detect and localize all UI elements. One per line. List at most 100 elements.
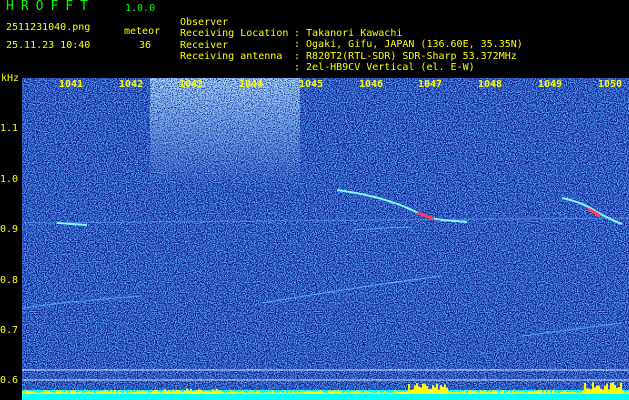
activity-bar bbox=[88, 390, 90, 394]
activity-bar bbox=[370, 392, 372, 394]
activity-bar bbox=[536, 390, 538, 394]
activity-bar bbox=[98, 391, 100, 394]
activity-bar bbox=[250, 390, 252, 394]
info-value: : Takanori Kawachi bbox=[294, 28, 403, 39]
activity-bar bbox=[430, 389, 432, 394]
activity-bar bbox=[162, 390, 164, 394]
activity-bar bbox=[590, 389, 592, 394]
y-tick-1.1: 1.1 bbox=[0, 123, 19, 134]
activity-bar bbox=[44, 390, 46, 394]
activity-bar bbox=[416, 383, 418, 394]
activity-bar bbox=[390, 392, 392, 394]
activity-bar bbox=[140, 391, 142, 394]
activity-bar bbox=[520, 390, 522, 394]
activity-bar bbox=[486, 392, 488, 394]
activity-bar bbox=[306, 390, 308, 394]
activity-bar bbox=[516, 391, 518, 394]
activity-bar bbox=[432, 385, 434, 394]
activity-bar bbox=[236, 390, 238, 394]
activity-bar bbox=[496, 391, 498, 394]
activity-bar bbox=[244, 392, 246, 394]
activity-bar bbox=[346, 391, 348, 394]
activity-bar bbox=[158, 391, 160, 394]
activity-bar bbox=[472, 390, 474, 394]
activity-bar bbox=[360, 391, 362, 394]
activity-bar bbox=[196, 390, 198, 394]
activity-bar bbox=[440, 385, 442, 394]
activity-bar bbox=[210, 391, 212, 394]
x-tick-1041: 1041 bbox=[59, 79, 84, 90]
activity-bar bbox=[584, 382, 586, 394]
activity-bar bbox=[296, 390, 298, 394]
activity-bar bbox=[164, 389, 166, 394]
activity-bar bbox=[612, 382, 614, 394]
activity-bar bbox=[66, 390, 68, 394]
activity-bar bbox=[556, 392, 558, 394]
activity-bar bbox=[598, 385, 600, 394]
activity-bar bbox=[52, 392, 54, 394]
activity-bar bbox=[50, 391, 52, 394]
activity-bar bbox=[558, 392, 560, 394]
activity-bar bbox=[294, 392, 296, 394]
activity-bar bbox=[178, 390, 180, 394]
activity-bar bbox=[142, 390, 144, 394]
activity-bar bbox=[446, 387, 448, 394]
activity-bar bbox=[232, 391, 234, 394]
activity-bar bbox=[618, 386, 620, 394]
activity-bar bbox=[602, 389, 604, 394]
activity-bar bbox=[26, 390, 28, 394]
activity-bar bbox=[488, 391, 490, 394]
activity-bar bbox=[366, 391, 368, 394]
activity-bar bbox=[338, 390, 340, 394]
activity-bar bbox=[212, 389, 214, 394]
activity-bar bbox=[76, 392, 78, 394]
activity-bar bbox=[354, 391, 356, 394]
activity-bar bbox=[540, 390, 542, 394]
activity-bar bbox=[484, 390, 486, 394]
activity-bar bbox=[386, 392, 388, 394]
activity-bar bbox=[280, 391, 282, 394]
activity-bar bbox=[592, 382, 594, 394]
activity-bar bbox=[512, 390, 514, 394]
activity-bar bbox=[234, 392, 236, 394]
activity-bar bbox=[620, 382, 622, 394]
activity-bar bbox=[282, 392, 284, 394]
y-tick-0.7: 0.7 bbox=[0, 325, 19, 336]
y-tick-0.6: 0.6 bbox=[0, 375, 19, 386]
activity-bar bbox=[238, 392, 240, 394]
activity-bar bbox=[146, 391, 148, 394]
activity-bar bbox=[92, 391, 94, 394]
activity-bar bbox=[160, 392, 162, 394]
activity-bar bbox=[510, 392, 512, 394]
activity-bar bbox=[518, 391, 520, 394]
activity-bar bbox=[102, 390, 104, 394]
activity-bar bbox=[90, 392, 92, 394]
activity-bar bbox=[418, 386, 420, 394]
activity-bar bbox=[560, 392, 562, 394]
y-tick-1.0: 1.0 bbox=[0, 174, 19, 185]
activity-bar bbox=[122, 392, 124, 394]
activity-bar bbox=[100, 391, 102, 394]
activity-bar bbox=[126, 392, 128, 394]
activity-bar bbox=[368, 392, 370, 394]
file-name: 2511231040.png bbox=[6, 22, 91, 33]
activity-bar bbox=[186, 388, 188, 394]
activity-bar bbox=[168, 390, 170, 394]
activity-bar bbox=[124, 391, 126, 394]
activity-bar bbox=[426, 386, 428, 394]
meteor-count: 36 bbox=[139, 40, 152, 51]
activity-bar bbox=[626, 391, 628, 394]
activity-bar bbox=[548, 390, 550, 394]
activity-bar bbox=[468, 390, 470, 394]
x-tick-1043: 1043 bbox=[179, 79, 204, 90]
activity-bar bbox=[576, 392, 578, 394]
activity-bar bbox=[218, 390, 220, 394]
activity-bar bbox=[514, 392, 516, 394]
activity-bar bbox=[410, 389, 412, 394]
x-tick-1044: 1044 bbox=[239, 79, 264, 90]
activity-bar bbox=[54, 392, 56, 394]
activity-bar bbox=[108, 392, 110, 394]
activity-bar bbox=[380, 392, 382, 394]
activity-bar bbox=[332, 391, 334, 394]
activity-bar bbox=[334, 390, 336, 394]
